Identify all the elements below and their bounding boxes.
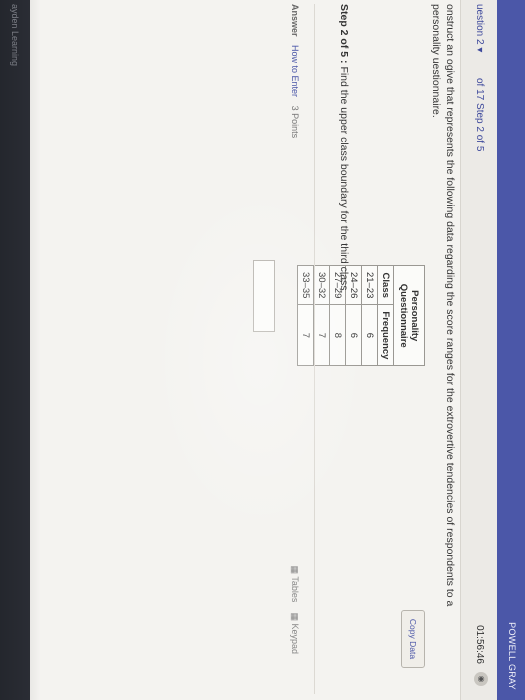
answer-row: Answer How to Enter 3 Points ▦ Tables ▦ …	[290, 4, 300, 694]
question-dropdown[interactable]: uestion 2 ▾	[474, 4, 485, 52]
timer: 01:56:46	[474, 625, 485, 664]
user-name[interactable]: POWELL GRAY	[507, 622, 517, 690]
data-table: Personality Questionnaire Class Frequenc…	[297, 265, 425, 367]
table-row: 21–23 6	[361, 265, 378, 366]
question-progress: of 17 Step 2 of 5	[474, 78, 485, 152]
column-header-frequency: Frequency	[377, 304, 394, 366]
tables-label: Tables	[290, 576, 300, 603]
divider	[314, 4, 315, 694]
bottom-bar: ayden Learning	[0, 0, 30, 700]
table-caption-line2: Questionnaire	[398, 283, 409, 348]
table-caption: Personality Questionnaire	[393, 265, 425, 366]
keypad-icon: ▦	[290, 612, 300, 621]
table-caption-line1: Personality	[409, 290, 420, 342]
step-text: Find the upper class boundary for the th…	[338, 66, 350, 294]
table-icon: ▦	[290, 565, 300, 575]
how-to-enter-link[interactable]: How to Enter	[290, 45, 300, 97]
step-instruction: Step 2 of 5 : Find the upper class bound…	[338, 4, 350, 293]
points-label: 3 Points	[290, 105, 300, 139]
tables-button[interactable]: ▦ Tables	[290, 566, 300, 603]
question-nav: uestion 2 ▾ of 17 Step 2 of 5 01:56:46 ◉	[460, 0, 497, 700]
frequency-cell: 8	[329, 304, 346, 366]
answer-tools: ▦ Tables ▦ Keypad	[289, 566, 300, 654]
frequency-cell: 6	[345, 304, 362, 366]
question-prompt: onstruct an ogive that represents the fo…	[430, 4, 456, 607]
keypad-button[interactable]: ▦ Keypad	[290, 612, 300, 654]
class-cell: 21–23	[361, 265, 378, 305]
question-dropdown-label: uestion 2	[474, 4, 485, 45]
copy-data-button[interactable]: Copy Data	[401, 610, 425, 668]
frequency-cell: 7	[313, 304, 330, 366]
frequency-cell: 6	[361, 304, 378, 366]
chevron-down-icon: ▾	[474, 47, 485, 53]
answer-input[interactable]	[253, 260, 275, 332]
step-label: Step 2 of 5 :	[338, 4, 350, 64]
class-cell: 30–32	[313, 265, 330, 305]
brand-label: ayden Learning	[10, 4, 20, 67]
column-header-class: Class	[377, 265, 394, 305]
table-row: 30–32 7	[313, 265, 330, 366]
timer-toggle-icon[interactable]: ◉	[474, 672, 488, 686]
screen: POWELL GRAY uestion 2 ▾ of 17 Step 2 of …	[0, 0, 525, 700]
answer-label: Answer	[290, 4, 300, 37]
top-bar: POWELL GRAY	[497, 0, 525, 700]
keypad-label: Keypad	[290, 623, 300, 654]
photo-frame: POWELL GRAY uestion 2 ▾ of 17 Step 2 of …	[0, 0, 525, 700]
